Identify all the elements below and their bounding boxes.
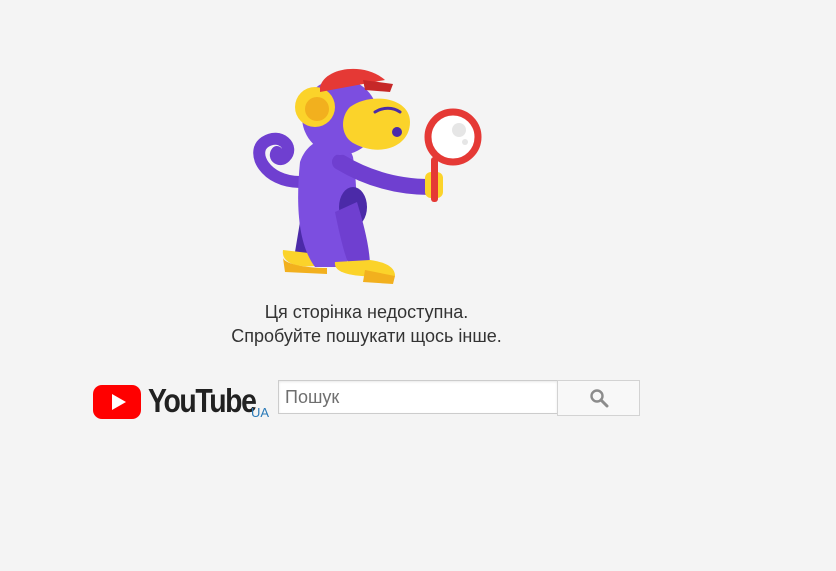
youtube-logo[interactable]: YouTube UA <box>93 382 273 420</box>
message-line-1: Ця сторінка недоступна. <box>264 302 469 322</box>
page: Ця сторінка недоступна. Спробуйте пошука… <box>0 0 836 571</box>
message-line-2: Спробуйте пошукати щось інше. <box>231 326 502 346</box>
monkey-with-magnifying-glass-icon <box>253 68 482 284</box>
unavailable-message: Ця сторінка недоступна. Спробуйте пошука… <box>0 300 733 348</box>
youtube-logo-text: YouTube <box>148 382 257 419</box>
search-input[interactable] <box>278 380 558 414</box>
search-button[interactable] <box>557 380 640 416</box>
search-row: YouTube UA <box>93 378 653 420</box>
country-code: UA <box>251 405 270 420</box>
search-icon <box>589 389 608 408</box>
youtube-play-icon <box>93 385 141 419</box>
